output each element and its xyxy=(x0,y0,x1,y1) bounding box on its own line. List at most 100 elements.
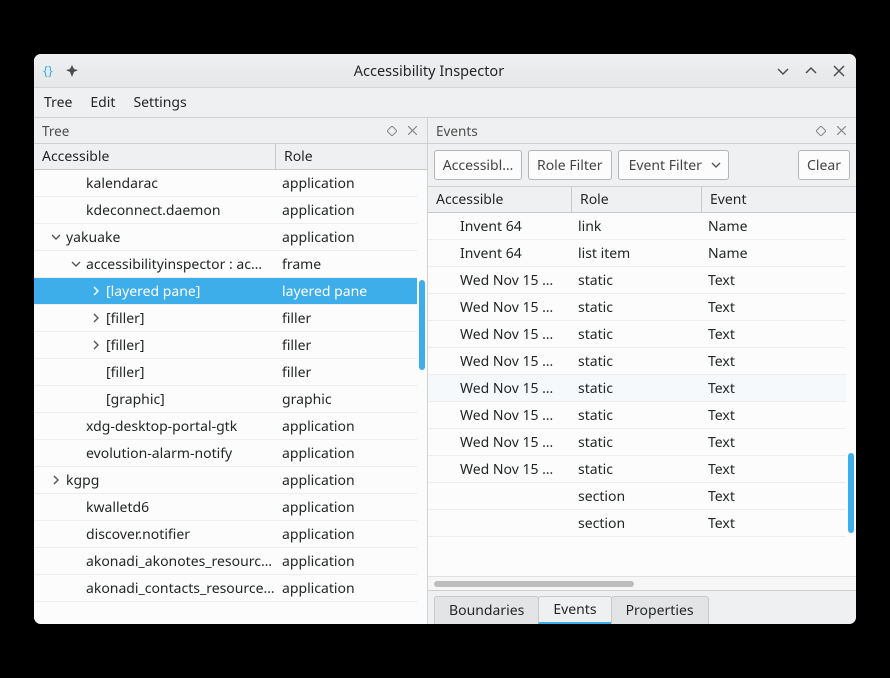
tree-branch-line xyxy=(68,553,84,569)
tree-branch-line xyxy=(68,499,84,515)
maximize-button[interactable] xyxy=(802,62,820,80)
menu-tree[interactable]: Tree xyxy=(44,93,72,112)
tree-row[interactable]: [filler]filler xyxy=(34,305,417,332)
events-panel-header: Events xyxy=(428,118,856,144)
tree-row[interactable]: akonadi_akonotes_resource_0application xyxy=(34,548,417,575)
tree-body[interactable]: kalendaracapplicationkdeconnect.daemonap… xyxy=(34,170,427,624)
tree-row[interactable]: [filler]filler xyxy=(34,359,417,386)
event-accessible: Wed Nov 15 … xyxy=(460,460,553,479)
tree-col-role[interactable]: Role xyxy=(276,144,427,169)
events-body[interactable]: Invent 64linkNameInvent 64list itemNameW… xyxy=(428,213,856,576)
event-role: static xyxy=(572,402,702,428)
tree-row[interactable]: kwalletd6application xyxy=(34,494,417,521)
tree-row[interactable]: akonadi_contacts_resource_0application xyxy=(34,575,417,602)
tree-panel-header: Tree xyxy=(34,118,427,144)
event-filter-dropdown[interactable]: Event Filter xyxy=(618,150,729,180)
tree-panel: Tree Accessible Role kalendaracapplicati… xyxy=(34,118,428,624)
expander-icon[interactable] xyxy=(88,283,104,299)
event-accessible: Wed Nov 15 … xyxy=(460,325,553,344)
event-row[interactable]: Wed Nov 15 …staticText xyxy=(428,402,846,429)
event-accessible: Invent 64 xyxy=(460,244,522,263)
tree-item-label: [filler] xyxy=(106,336,145,355)
events-col-accessible[interactable]: Accessible xyxy=(428,187,572,212)
content: Tree Accessible Role kalendaracapplicati… xyxy=(34,118,856,624)
event-accessible: Wed Nov 15 … xyxy=(460,433,553,452)
accessible-filter-button[interactable]: Accessibl… xyxy=(434,150,522,180)
tree-scrollbar[interactable] xyxy=(419,280,425,370)
minimize-button[interactable] xyxy=(774,62,792,80)
events-col-role[interactable]: Role xyxy=(572,187,702,212)
clear-button[interactable]: Clear xyxy=(798,150,850,180)
float-icon[interactable] xyxy=(385,126,399,136)
event-row[interactable]: Wed Nov 15 …staticText xyxy=(428,267,846,294)
close-button[interactable] xyxy=(830,62,848,80)
event-accessible: Invent 64 xyxy=(460,217,522,236)
event-role: section xyxy=(572,510,702,536)
float-icon[interactable] xyxy=(814,126,828,136)
event-accessible: Wed Nov 15 … xyxy=(460,352,553,371)
tree-row[interactable]: [layered pane]layered pane xyxy=(34,278,417,305)
event-role: static xyxy=(572,267,702,293)
event-role: list item xyxy=(572,240,702,266)
menu-edit[interactable]: Edit xyxy=(90,93,115,112)
event-role: static xyxy=(572,456,702,482)
event-event: Text xyxy=(702,294,846,320)
tree-row[interactable]: [graphic]graphic xyxy=(34,386,417,413)
event-role: static xyxy=(572,348,702,374)
events-col-event[interactable]: Event xyxy=(702,187,856,212)
expander-icon[interactable] xyxy=(48,472,64,488)
tab-events[interactable]: Events xyxy=(538,596,611,624)
tree-item-label: xdg-desktop-portal-gtk xyxy=(86,417,237,436)
event-row[interactable]: Wed Nov 15 …staticText xyxy=(428,294,846,321)
menu-settings[interactable]: Settings xyxy=(133,93,186,112)
event-row[interactable]: Wed Nov 15 …staticText xyxy=(428,375,846,402)
events-panel-title: Events xyxy=(436,122,478,140)
tree-row[interactable]: discover.notifierapplication xyxy=(34,521,417,548)
tree-row[interactable]: kgpgapplication xyxy=(34,467,417,494)
pin-icon[interactable] xyxy=(64,63,80,79)
expander-icon[interactable] xyxy=(48,229,64,245)
events-column-header[interactable]: Accessible Role Event xyxy=(428,187,856,213)
tree-row[interactable]: evolution-alarm-notifyapplication xyxy=(34,440,417,467)
event-accessible: Wed Nov 15 … xyxy=(460,271,553,290)
tree-row[interactable]: [filler]filler xyxy=(34,332,417,359)
tree-item-label: [filler] xyxy=(106,363,145,382)
event-row[interactable]: Wed Nov 15 …staticText xyxy=(428,429,846,456)
event-row[interactable]: Wed Nov 15 …staticText xyxy=(428,321,846,348)
tree-item-label: [graphic] xyxy=(106,390,165,409)
event-role: static xyxy=(572,429,702,455)
tree-item-role: application xyxy=(276,494,417,520)
event-row[interactable]: sectionText xyxy=(428,483,846,510)
tree-row[interactable]: kalendaracapplication xyxy=(34,170,417,197)
expander-icon[interactable] xyxy=(68,256,84,272)
events-hscrollbar[interactable] xyxy=(428,576,856,590)
event-row[interactable]: Invent 64list itemName xyxy=(428,240,846,267)
event-row[interactable]: sectionText xyxy=(428,510,846,537)
tree-item-label: accessibilityinspector : ac… xyxy=(86,255,262,274)
tree-row[interactable]: kdeconnect.daemonapplication xyxy=(34,197,417,224)
tree-col-accessible[interactable]: Accessible xyxy=(34,144,276,169)
tree-branch-line xyxy=(68,526,84,542)
tab-boundaries[interactable]: Boundaries xyxy=(434,596,539,624)
event-row[interactable]: Wed Nov 15 …staticText xyxy=(428,456,846,483)
tree-row[interactable]: yakuakeapplication xyxy=(34,224,417,251)
tree-item-role: application xyxy=(276,197,417,223)
events-scrollbar[interactable] xyxy=(848,453,854,533)
tree-column-header[interactable]: Accessible Role xyxy=(34,144,427,170)
close-panel-icon[interactable] xyxy=(834,126,848,135)
tree-item-label: yakuake xyxy=(66,228,120,247)
tree-item-label: akonadi_contacts_resource_0 xyxy=(86,579,276,598)
event-row[interactable]: Invent 64linkName xyxy=(428,213,846,240)
bottom-tabs: Boundaries Events Properties xyxy=(428,590,856,624)
tree-row[interactable]: xdg-desktop-portal-gtkapplication xyxy=(34,413,417,440)
event-event: Text xyxy=(702,510,846,536)
tab-properties[interactable]: Properties xyxy=(611,596,709,624)
tree-branch-line xyxy=(68,418,84,434)
role-filter-button[interactable]: Role Filter xyxy=(528,150,612,180)
tree-branch-line xyxy=(88,364,104,380)
tree-row[interactable]: accessibilityinspector : ac…frame xyxy=(34,251,417,278)
close-panel-icon[interactable] xyxy=(405,126,419,135)
expander-icon[interactable] xyxy=(88,337,104,353)
event-row[interactable]: Wed Nov 15 …staticText xyxy=(428,348,846,375)
expander-icon[interactable] xyxy=(88,310,104,326)
